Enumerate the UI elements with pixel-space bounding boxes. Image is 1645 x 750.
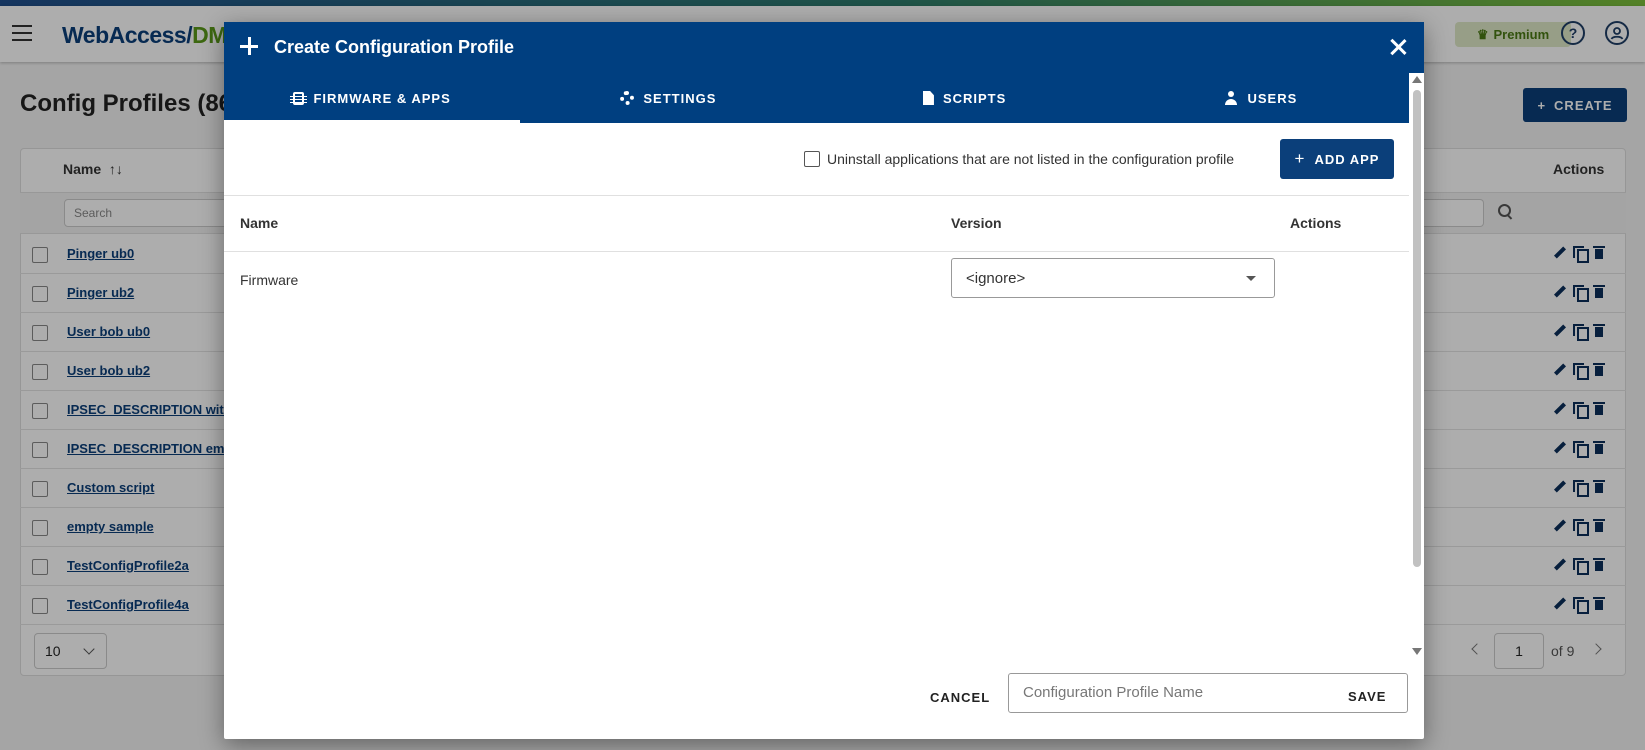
dialog-header: Create Configuration Profile xyxy=(224,22,1424,73)
divider xyxy=(224,195,1409,196)
tab-firmware-apps[interactable]: FIRMWARE & APPS xyxy=(224,73,521,123)
app-row-name: Firmware xyxy=(240,272,299,288)
dialog-body: Uninstall applications that are not list… xyxy=(224,123,1409,658)
divider xyxy=(224,251,1409,252)
uninstall-unlisted-option[interactable]: Uninstall applications that are not list… xyxy=(804,151,1234,167)
uninstall-label: Uninstall applications that are not list… xyxy=(827,151,1235,167)
apps-header-actions: Actions xyxy=(1290,215,1342,231)
create-config-profile-dialog: Create Configuration Profile FIRMWARE & … xyxy=(224,22,1424,739)
firmware-version-select[interactable]: <ignore> xyxy=(951,258,1275,298)
tab-settings[interactable]: SETTINGS xyxy=(520,73,816,123)
plus-icon: + xyxy=(1294,149,1306,168)
gear-icon xyxy=(620,91,635,105)
dialog-footer: CANCEL SAVE xyxy=(224,658,1424,739)
close-icon[interactable] xyxy=(1389,38,1407,56)
scroll-down-icon[interactable] xyxy=(1412,648,1422,655)
dialog-title: Create Configuration Profile xyxy=(274,37,515,57)
scrollbar-thumb[interactable] xyxy=(1413,90,1421,567)
apps-header-name: Name xyxy=(240,215,279,231)
file-icon xyxy=(922,91,934,105)
user-icon xyxy=(1224,91,1238,105)
scroll-up-icon[interactable] xyxy=(1412,76,1422,83)
add-app-button[interactable]: + ADD APP xyxy=(1280,139,1394,179)
save-button[interactable]: SAVE xyxy=(1348,689,1386,704)
uninstall-checkbox[interactable] xyxy=(804,151,820,167)
cancel-button[interactable]: CANCEL xyxy=(930,690,990,705)
profile-name-field[interactable]: SAVE xyxy=(1008,673,1408,713)
apps-header-version: Version xyxy=(951,215,1002,231)
chip-icon xyxy=(290,91,308,105)
dialog-scrollbar[interactable] xyxy=(1412,76,1422,656)
dropdown-arrow-icon xyxy=(1246,276,1256,281)
tab-scripts[interactable]: SCRIPTS xyxy=(817,73,1113,123)
tab-users[interactable]: USERS xyxy=(1113,73,1409,123)
profile-name-input[interactable] xyxy=(1023,684,1323,701)
plus-icon xyxy=(240,37,258,55)
